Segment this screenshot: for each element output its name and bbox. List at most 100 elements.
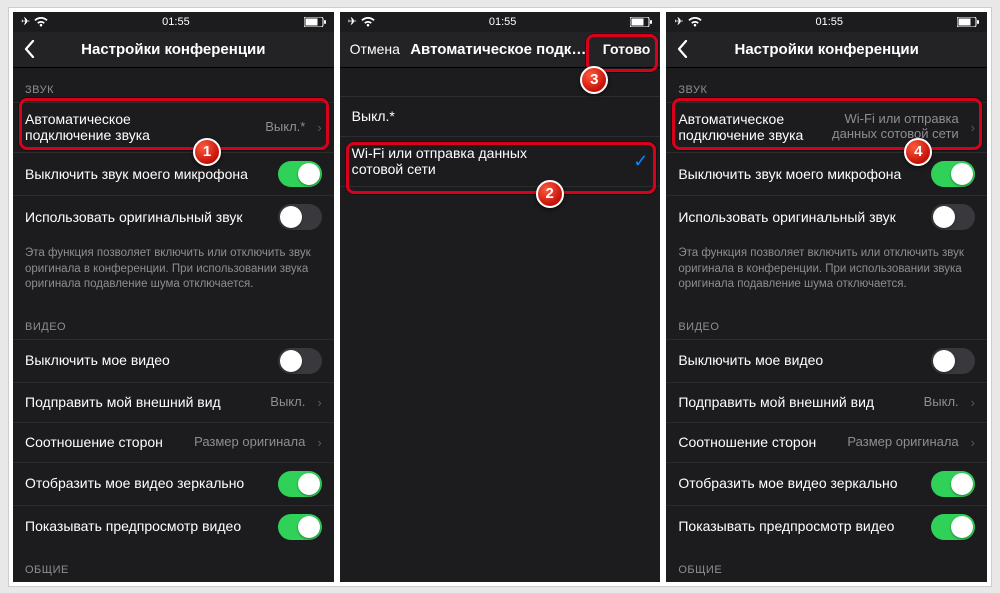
status-bar: ✈︎ 01:55	[13, 12, 334, 32]
nav-bar: Настройки конференции	[666, 32, 987, 68]
row-value: Размер оригинала	[194, 435, 305, 450]
airplane-icon: ✈︎	[348, 15, 357, 28]
nav-title: Настройки конференции	[735, 41, 919, 58]
section-video: ВИДЕО	[666, 305, 987, 339]
row-value: Выкл.	[270, 395, 305, 410]
option-label: Wi-Fi или отправка данных	[352, 145, 527, 161]
nav-title: Автоматическое подкл…	[410, 41, 590, 58]
toggle-mirror-video[interactable]	[931, 471, 975, 497]
settings-list: ЗВУК Автоматическое подключение звука Вы…	[13, 68, 334, 582]
row-label: Соотношение сторон	[25, 434, 186, 451]
chevron-left-icon	[676, 40, 688, 58]
row-auto-audio[interactable]: Автоматическое подключение звука Выкл.* …	[13, 102, 334, 153]
wifi-icon	[34, 17, 48, 27]
row-label: Подправить мой внешний вид	[25, 394, 262, 411]
chevron-right-icon: ›	[317, 120, 321, 135]
row-value: Размер оригинала	[847, 435, 958, 450]
chevron-right-icon: ›	[317, 395, 321, 410]
back-button[interactable]	[666, 32, 698, 67]
chevron-right-icon: ›	[971, 435, 975, 450]
row-label: Показывать предпросмотр видео	[678, 518, 923, 535]
airplane-icon: ✈︎	[674, 15, 683, 28]
checkmark-icon: ✓	[633, 151, 648, 172]
row-label: Подправить мой внешний вид	[678, 394, 915, 411]
screen-picker: ✈︎ 01:55 Отмена Автоматическое подкл… Го…	[340, 12, 661, 582]
section-footer: Эта функция позволяет включить или отклю…	[666, 238, 987, 305]
row-label: Автоматическое	[25, 111, 131, 127]
row-mute-mic[interactable]: Выключить звук моего микрофона	[666, 152, 987, 195]
section-footer: Эта функция позволяет включить или отклю…	[13, 238, 334, 305]
option-label: сотовой сети	[352, 161, 626, 178]
section-sound: ЗВУК	[666, 68, 987, 102]
battery-icon	[957, 17, 979, 27]
clock: 01:55	[816, 16, 844, 28]
row-mute-mic[interactable]: Выключить звук моего микрофона	[13, 152, 334, 195]
row-mirror-video[interactable]: Отобразить мое видео зеркально	[666, 462, 987, 505]
option-off[interactable]: Выкл.*	[340, 96, 661, 136]
toggle-show-preview[interactable]	[931, 514, 975, 540]
status-bar: ✈︎ 01:55	[666, 12, 987, 32]
row-label: Соотношение сторон	[678, 434, 839, 451]
cancel-button[interactable]: Отмена	[340, 32, 410, 67]
chevron-right-icon: ›	[971, 120, 975, 135]
chevron-right-icon: ›	[971, 395, 975, 410]
row-mute-video[interactable]: Выключить мое видео	[666, 339, 987, 382]
row-label: Показывать предпросмотр видео	[25, 518, 270, 535]
section-sound: ЗВУК	[13, 68, 334, 102]
row-label: Выключить звук моего микрофона	[678, 166, 923, 183]
row-show-preview[interactable]: Показывать предпросмотр видео	[666, 505, 987, 548]
toggle-original-sound[interactable]	[931, 204, 975, 230]
row-value: Wi-Fi или отправка	[845, 111, 959, 126]
wifi-icon	[361, 17, 375, 27]
toggle-show-preview[interactable]	[278, 514, 322, 540]
row-label: Выключить звук моего микрофона	[25, 166, 270, 183]
row-aspect-ratio[interactable]: Соотношение сторон Размер оригинала ›	[13, 422, 334, 462]
toggle-mute-video[interactable]	[931, 348, 975, 374]
row-label: Отобразить мое видео зеркально	[678, 475, 923, 492]
triptych: ✈︎ 01:55 Настройки конференции ЗВУК	[8, 7, 992, 587]
settings-list: ЗВУК Автоматическое подключение звука Wi…	[666, 68, 987, 582]
row-touch-up[interactable]: Подправить мой внешний вид Выкл. ›	[666, 382, 987, 422]
toggle-mute-mic[interactable]	[278, 161, 322, 187]
option-label: Выкл.*	[352, 108, 649, 125]
row-mirror-video[interactable]: Отобразить мое видео зеркально	[13, 462, 334, 505]
screen-settings-before: ✈︎ 01:55 Настройки конференции ЗВУК	[13, 12, 334, 582]
screen-settings-after: ✈︎ 01:55 Настройки конференции ЗВУК	[666, 12, 987, 582]
airplane-icon: ✈︎	[21, 15, 30, 28]
row-auto-audio[interactable]: Автоматическое подключение звука Wi-Fi и…	[666, 102, 987, 153]
row-label: Выключить мое видео	[678, 352, 923, 369]
row-original-sound[interactable]: Использовать оригинальный звук	[13, 195, 334, 238]
back-button[interactable]	[13, 32, 45, 67]
chevron-right-icon: ›	[317, 435, 321, 450]
row-mute-video[interactable]: Выключить мое видео	[13, 339, 334, 382]
row-touch-up[interactable]: Подправить мой внешний вид Выкл. ›	[13, 382, 334, 422]
toggle-mute-mic[interactable]	[931, 161, 975, 187]
row-label: подключение звука	[678, 127, 824, 144]
row-label: подключение звука	[25, 127, 257, 144]
toggle-mirror-video[interactable]	[278, 471, 322, 497]
row-label: Отобразить мое видео зеркально	[25, 475, 270, 492]
nav-title: Настройки конференции	[81, 41, 265, 58]
nav-bar: Отмена Автоматическое подкл… Готово	[340, 32, 661, 68]
toggle-original-sound[interactable]	[278, 204, 322, 230]
toggle-mute-video[interactable]	[278, 348, 322, 374]
row-label: Использовать оригинальный звук	[678, 209, 923, 226]
row-label: Выключить мое видео	[25, 352, 270, 369]
nav-bar: Настройки конференции	[13, 32, 334, 68]
section-video: ВИДЕО	[13, 305, 334, 339]
row-original-sound[interactable]: Использовать оригинальный звук	[666, 195, 987, 238]
section-general: ОБЩИЕ	[666, 548, 987, 582]
clock: 01:55	[162, 16, 190, 28]
option-wifi-cellular[interactable]: Wi-Fi или отправка данных сотовой сети ✓	[340, 136, 661, 188]
row-label: Использовать оригинальный звук	[25, 209, 270, 226]
row-label: Автоматическое	[678, 111, 784, 127]
options-list: Выкл.* Wi-Fi или отправка данных сотовой…	[340, 68, 661, 582]
row-value: Выкл.	[924, 395, 959, 410]
wifi-icon	[688, 17, 702, 27]
row-show-preview[interactable]: Показывать предпросмотр видео	[13, 505, 334, 548]
row-aspect-ratio[interactable]: Соотношение сторон Размер оригинала ›	[666, 422, 987, 462]
status-bar: ✈︎ 01:55	[340, 12, 661, 32]
battery-icon	[630, 17, 652, 27]
battery-icon	[304, 17, 326, 27]
done-button[interactable]: Готово	[593, 32, 661, 67]
